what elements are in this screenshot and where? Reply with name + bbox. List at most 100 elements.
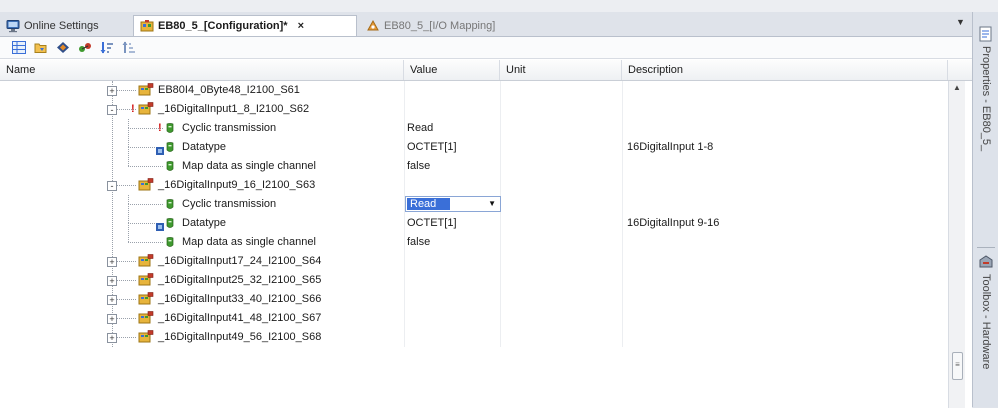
column-divider xyxy=(500,119,501,138)
parameter-icon xyxy=(166,161,174,171)
open-icon[interactable] xyxy=(32,40,50,56)
tab-io-mapping[interactable]: EB80_5_[I/O Mapping] xyxy=(360,15,550,36)
tree-node-row[interactable]: + _16DigitalInput25_32_I2100_S65 xyxy=(0,271,948,290)
sort-asc-icon[interactable] xyxy=(120,40,138,56)
io-module-icon xyxy=(138,273,154,286)
parameter-icon xyxy=(166,123,174,133)
expand-icon[interactable]: + xyxy=(107,276,117,286)
column-divider xyxy=(622,252,623,271)
scrollbar-thumb[interactable]: ≡ xyxy=(952,352,963,380)
tree-node-row[interactable]: + _16DigitalInput41_48_I2100_S67 xyxy=(0,309,948,328)
column-divider xyxy=(500,252,501,271)
tree-connector-line xyxy=(128,204,163,206)
column-divider xyxy=(500,81,501,100)
column-header-row: Name Value Unit Description xyxy=(0,60,972,81)
tree-node-row[interactable]: + _16DigitalInput33_40_I2100_S66 xyxy=(0,290,948,309)
io-module-icon xyxy=(138,292,154,305)
parameter-value[interactable]: false xyxy=(407,157,430,176)
column-header-description[interactable]: Description xyxy=(622,60,948,80)
tab-online-settings[interactable]: Online Settings xyxy=(2,15,130,36)
column-divider xyxy=(404,271,405,290)
column-header-unit[interactable]: Unit xyxy=(500,60,622,80)
scroll-up-icon[interactable]: ▲ xyxy=(953,83,961,92)
side-tab-separator xyxy=(977,247,995,248)
window-top-strip xyxy=(0,0,998,12)
parameter-value[interactable]: false xyxy=(407,233,430,252)
parameter-label: Datatype xyxy=(182,141,227,153)
tree-connector-line xyxy=(128,242,163,244)
tree-node-row[interactable]: -! _16DigitalInput1_8_I2100_S62 xyxy=(0,100,948,119)
column-divider xyxy=(500,328,501,347)
collapse-icon[interactable]: - xyxy=(107,105,117,115)
column-divider xyxy=(622,309,623,328)
tree-node-label: _16DigitalInput49_56_I2100_S68 xyxy=(158,331,322,343)
parameter-value[interactable]: OCTET[1] xyxy=(407,138,457,157)
io-module-icon xyxy=(138,311,154,324)
column-header-name[interactable]: Name xyxy=(0,60,404,80)
tree-node-row[interactable]: + EB80I4_0Byte48_I2100_S61 xyxy=(0,81,948,100)
editor-tab-bar: Online Settings EB80_5_[Configuration]* … xyxy=(0,12,972,36)
tab-list-dropdown-icon[interactable]: ▼ xyxy=(956,17,965,27)
tab-label: Online Settings xyxy=(24,19,99,32)
tree-node-label: _16DigitalInput33_40_I2100_S66 xyxy=(158,293,322,305)
collapse-icon[interactable]: - xyxy=(107,181,117,191)
parameter-row[interactable]: Datatype OCTET[1] 16DigitalInput 1-8 xyxy=(0,138,948,166)
diamond-icon[interactable] xyxy=(54,40,72,56)
mapping-badge-icon xyxy=(156,147,164,155)
tab-configuration[interactable]: EB80_5_[Configuration]* × xyxy=(133,15,357,36)
column-divider xyxy=(404,328,405,347)
value-dropdown[interactable]: Read ▼ xyxy=(405,196,501,212)
parameter-value[interactable]: OCTET[1] xyxy=(407,214,457,233)
column-divider xyxy=(404,100,405,119)
tab-label: EB80_5_[I/O Mapping] xyxy=(384,19,496,32)
parameter-value[interactable]: Read xyxy=(407,119,433,138)
side-tab-properties[interactable]: Properties - EB80_5_ xyxy=(976,26,996,151)
tree-connector-line xyxy=(128,166,163,168)
grid-icon[interactable] xyxy=(10,40,28,56)
expand-icon[interactable]: + xyxy=(107,86,117,96)
tree-node-label: _16DigitalInput9_16_I2100_S63 xyxy=(158,179,316,191)
tree-node-label: _16DigitalInput25_32_I2100_S65 xyxy=(158,274,322,286)
vertical-scrollbar[interactable]: ▲ ≡ xyxy=(948,81,965,408)
expand-icon[interactable]: + xyxy=(107,295,117,305)
column-divider xyxy=(500,290,501,309)
column-divider xyxy=(500,157,501,176)
chevron-down-icon[interactable]: ▼ xyxy=(488,199,496,208)
connect-icon[interactable] xyxy=(76,40,94,56)
expand-icon[interactable]: + xyxy=(107,333,117,343)
io-module-icon xyxy=(138,254,154,267)
expand-icon[interactable]: + xyxy=(107,257,117,267)
side-tab-toolbox[interactable]: Toolbox - Hardware xyxy=(976,254,996,369)
tree-connector-line xyxy=(117,280,136,282)
side-tab-label: Properties - EB80_5_ xyxy=(980,46,992,152)
side-tab-label: Toolbox - Hardware xyxy=(980,274,992,370)
parameter-row[interactable]: Map data as single channel false xyxy=(0,233,948,252)
editor-toolbar xyxy=(0,37,972,59)
tree-connector-line xyxy=(117,185,136,187)
sort-desc-icon[interactable] xyxy=(98,40,116,56)
parameter-row[interactable]: Map data as single channel false xyxy=(0,157,948,176)
column-divider xyxy=(622,290,623,309)
parameter-icon xyxy=(166,142,174,152)
parameter-row[interactable]: Cyclic transmission Read ▼ xyxy=(0,195,948,223)
close-icon[interactable]: × xyxy=(298,20,304,32)
column-header-value[interactable]: Value xyxy=(404,60,500,80)
tree-node-row[interactable]: - _16DigitalInput9_16_I2100_S63 xyxy=(0,176,948,195)
tree-connector-line xyxy=(128,195,130,204)
parameter-description: 16DigitalInput 9-16 xyxy=(627,217,720,229)
tree-connector-line xyxy=(117,337,136,339)
tree-node-label: _16DigitalInput41_48_I2100_S67 xyxy=(158,312,322,324)
parameter-label: Cyclic transmission xyxy=(182,198,277,210)
tree-node-row[interactable]: + _16DigitalInput17_24_I2100_S64 xyxy=(0,252,948,271)
tree-node-row[interactable]: + _16DigitalInput49_56_I2100_S68 xyxy=(0,328,948,347)
column-divider xyxy=(622,271,623,290)
parameter-row[interactable]: Datatype OCTET[1] 16DigitalInput 9-16 xyxy=(0,214,948,242)
parameter-row[interactable]: ! Cyclic transmission Read xyxy=(0,119,948,147)
parameter-description: 16DigitalInput 1-8 xyxy=(627,141,714,153)
configuration-editor: Name Value Unit Description + EB80I4_0Byt… xyxy=(0,36,972,408)
column-divider xyxy=(622,233,623,252)
parameter-icon xyxy=(166,199,174,209)
parameter-label: Map data as single channel xyxy=(182,236,316,248)
expand-icon[interactable]: + xyxy=(107,314,117,324)
parameter-icon xyxy=(166,218,174,228)
